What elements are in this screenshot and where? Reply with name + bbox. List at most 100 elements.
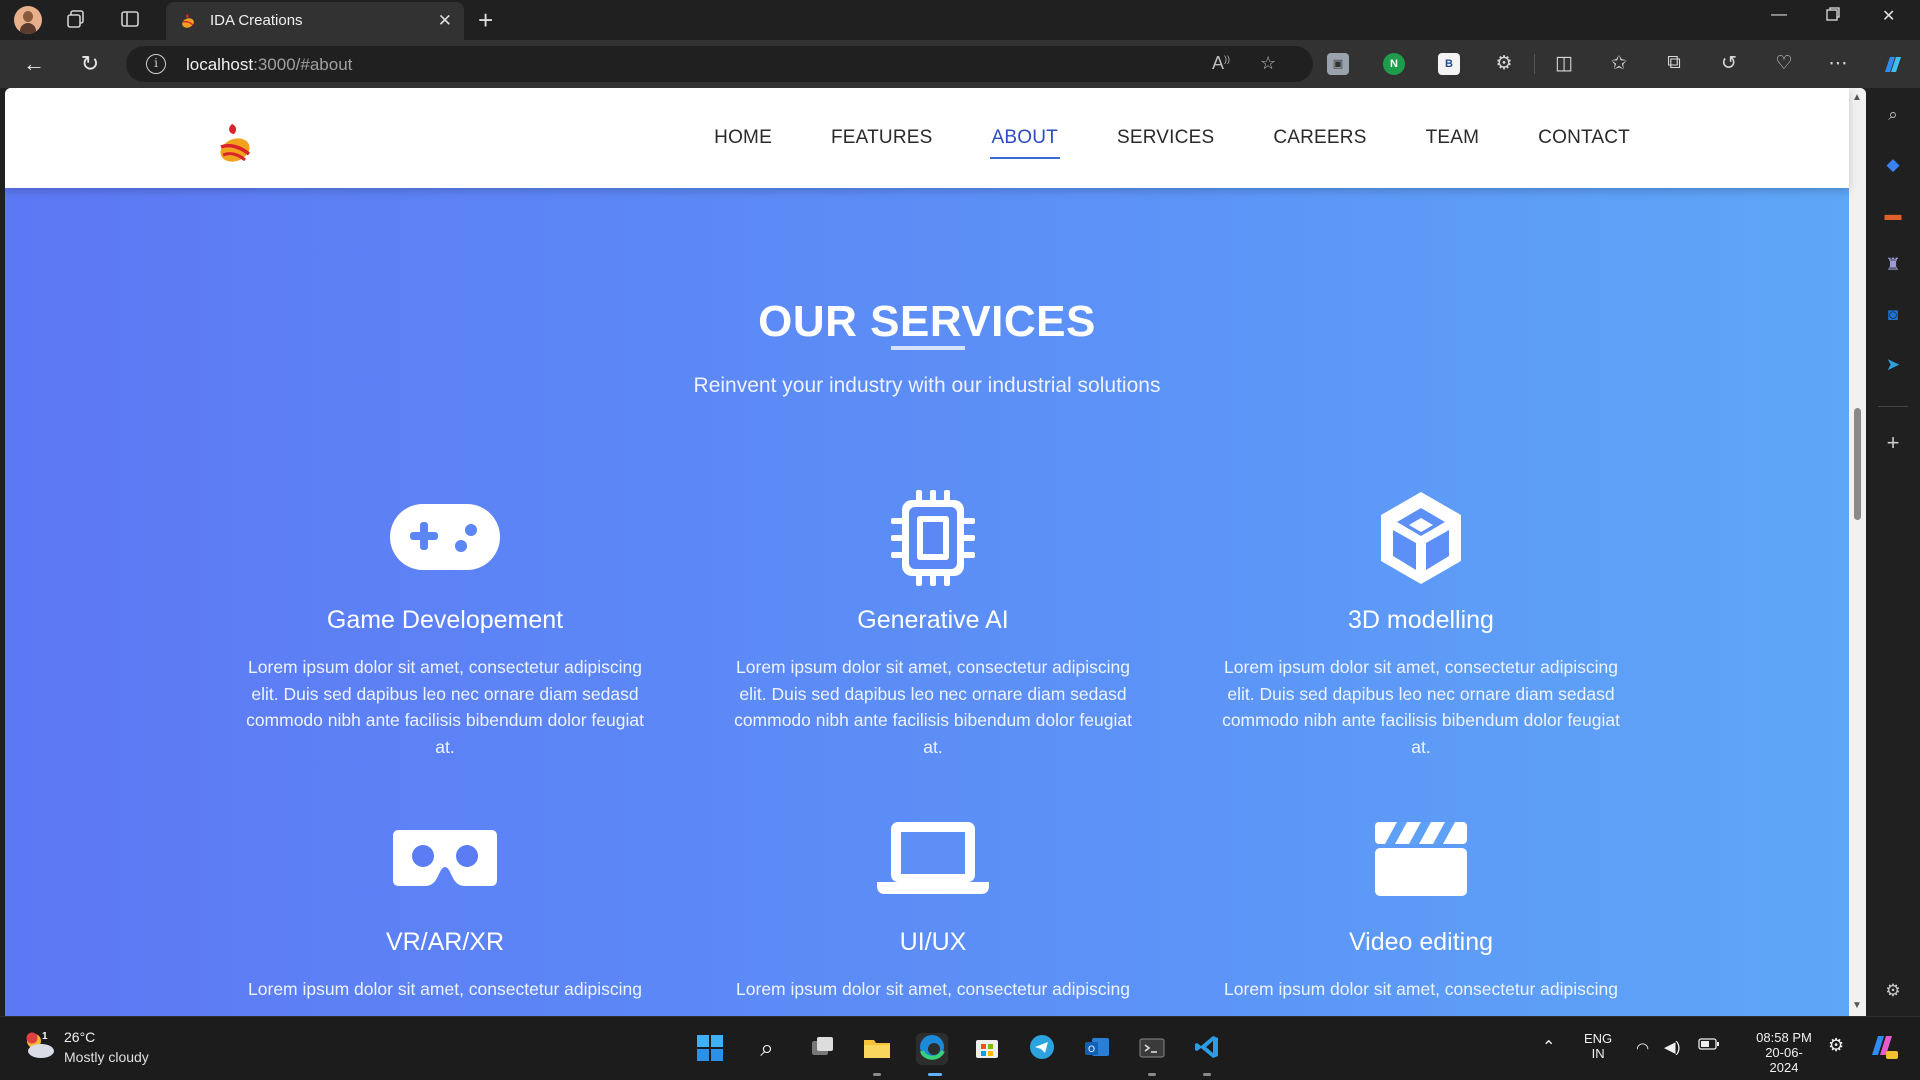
extensions-puzzle-icon[interactable]: ⚙ (1492, 52, 1516, 75)
unity-cube-icon (1381, 492, 1461, 584)
title-underline (891, 346, 965, 350)
clock-date: 20-06-2024 (1765, 1045, 1803, 1075)
url-text[interactable]: localhost:3000/#about (186, 55, 352, 75)
nav-contact[interactable]: CONTACT (1536, 119, 1632, 157)
profile-avatar[interactable] (14, 6, 42, 34)
service-title: Generative AI (857, 606, 1009, 634)
notification-bell-icon[interactable]: ⚙ (1828, 1035, 1844, 1056)
favorites-icon[interactable]: ✩ (1607, 52, 1631, 75)
extension-b-icon[interactable]: B (1438, 53, 1460, 75)
vr-headset-icon (393, 830, 497, 886)
chip-icon (891, 490, 975, 586)
sidebar-tools-icon[interactable]: ▬ (1882, 204, 1904, 226)
wifi-icon[interactable]: ◠ (1636, 1039, 1649, 1057)
minimize-icon[interactable]: — (1771, 6, 1787, 24)
terminal-icon[interactable] (1136, 1033, 1168, 1065)
vertical-tabs-icon[interactable] (118, 8, 142, 32)
site-favicon-icon (182, 14, 194, 28)
toolbar-divider (1534, 54, 1535, 74)
close-window-icon[interactable]: ✕ (1882, 6, 1895, 26)
gamepad-icon (390, 504, 500, 570)
workspaces-icon[interactable] (64, 8, 88, 32)
file-explorer-icon[interactable] (861, 1033, 893, 1065)
sidebar-shopping-icon[interactable]: ◆ (1882, 154, 1904, 176)
browser-toolbar: ← ↻ i localhost:3000/#about A)) ☆ ▣ N B … (0, 40, 1920, 88)
volume-icon[interactable]: ◀) (1664, 1038, 1681, 1056)
service-description: Lorem ipsum dolor sit amet, consectetur … (734, 657, 1132, 757)
sidebar-games-icon[interactable]: ♜ (1882, 254, 1904, 276)
browser-essentials-icon[interactable]: ♡ (1772, 52, 1796, 75)
outlook-new-icon[interactable]: O (1081, 1033, 1113, 1065)
tab-close-icon[interactable]: ✕ (438, 11, 452, 31)
clock-time: 08:58 PM (1756, 1030, 1812, 1045)
svg-text:O: O (1088, 1045, 1095, 1055)
sidebar-settings-icon[interactable]: ⚙ (1882, 980, 1904, 1002)
collections-icon[interactable]: ⧉ (1662, 52, 1686, 74)
more-menu-icon[interactable]: ⋯ (1826, 52, 1850, 75)
nav-services[interactable]: SERVICES (1115, 119, 1216, 157)
browser-tab-active[interactable]: IDA Creations ✕ (166, 2, 464, 40)
scroll-down-icon[interactable]: ▼ (1852, 1000, 1862, 1011)
hidden-icons-chevron-icon[interactable]: ⌃ (1542, 1037, 1555, 1057)
service-description: Lorem ipsum dolor sit amet, consectetur … (736, 979, 1130, 999)
address-bar[interactable]: i localhost:3000/#about A)) ☆ (126, 46, 1313, 82)
tab-title: IDA Creations (210, 12, 303, 29)
vscode-icon[interactable] (1191, 1033, 1223, 1065)
service-title: 3D modelling (1348, 606, 1494, 634)
nav-about[interactable]: ABOUT (989, 119, 1061, 159)
refresh-icon[interactable]: ↻ (76, 50, 104, 78)
extension-contacts-icon[interactable]: ▣ (1327, 53, 1349, 75)
nav-team[interactable]: TEAM (1424, 119, 1482, 157)
sidebar-outlook-icon[interactable]: ◙ (1882, 304, 1904, 326)
site-info-icon[interactable]: i (146, 54, 166, 74)
split-screen-icon[interactable]: ◫ (1552, 52, 1576, 75)
scroll-up-icon[interactable]: ▲ (1852, 92, 1862, 103)
page-scrollbar[interactable]: ▲ ▼ (1849, 88, 1866, 1016)
services-section: OUR SERVICES Reinvent your industry with… (5, 188, 1849, 1016)
microsoft-store-icon[interactable] (971, 1033, 1003, 1065)
weather-temperature[interactable]: 26°C (64, 1029, 95, 1045)
explorer-running-indicator (873, 1073, 881, 1076)
scrollbar-thumb[interactable] (1854, 408, 1861, 520)
copilot-icon[interactable] (1880, 52, 1904, 84)
edge-sidebar: ⌕ ◆ ▬ ♜ ◙ ➤ + ⚙ (1866, 88, 1920, 1016)
copilot-taskbar-icon[interactable] (1866, 1031, 1898, 1064)
clock[interactable]: 08:58 PM 20-06-2024 (1752, 1030, 1816, 1075)
ida-logo-icon[interactable] (215, 122, 255, 166)
clapperboard-icon (1375, 822, 1467, 896)
battery-icon[interactable] (1698, 1037, 1720, 1054)
section-title: OUR SERVICES (758, 297, 1096, 346)
nav-home[interactable]: HOME (712, 119, 774, 157)
taskbar-search-icon[interactable]: ⌕ (751, 1033, 783, 1065)
sidebar-add-icon[interactable]: + (1882, 432, 1904, 454)
main-nav: HOME FEATURES ABOUT SERVICES CAREERS TEA… (657, 88, 1632, 188)
new-tab-icon[interactable]: + (478, 5, 493, 36)
sidebar-telegram-icon[interactable]: ➤ (1882, 354, 1904, 376)
sidebar-search-icon[interactable]: ⌕ (1882, 104, 1904, 126)
read-aloud-icon[interactable]: A)) (1212, 53, 1230, 74)
service-title: VR/AR/XR (385, 928, 505, 956)
weather-cloud-icon[interactable] (22, 1031, 56, 1059)
tab-bar: IDA Creations ✕ + — ✕ (0, 0, 1920, 40)
edge-active-indicator (928, 1073, 942, 1076)
task-view-icon[interactable] (806, 1033, 838, 1065)
edge-browser-icon[interactable] (916, 1033, 948, 1065)
site-header: HOME FEATURES ABOUT SERVICES CAREERS TEA… (5, 88, 1849, 188)
windows-start-icon[interactable] (694, 1033, 726, 1065)
telegram-icon[interactable] (1026, 1033, 1058, 1065)
service-title: Game Developement (326, 606, 564, 634)
history-icon[interactable]: ↺ (1717, 52, 1741, 75)
restore-icon[interactable] (1825, 6, 1841, 27)
back-icon[interactable]: ← (20, 50, 48, 78)
favorite-star-icon[interactable]: ☆ (1260, 53, 1276, 74)
language-indicator[interactable]: ENG IN (1584, 1031, 1612, 1061)
nav-features[interactable]: FEATURES (829, 119, 935, 157)
service-description: Lorem ipsum dolor sit amet, consectetur … (1224, 979, 1618, 999)
vscode-running-indicator (1203, 1073, 1211, 1076)
nav-careers[interactable]: CAREERS (1271, 119, 1368, 157)
service-description: Lorem ipsum dolor sit amet, consectetur … (248, 979, 642, 999)
extension-n-icon[interactable]: N (1383, 53, 1405, 75)
weather-description[interactable]: Mostly cloudy (64, 1049, 149, 1065)
service-title: UI/UX (899, 928, 967, 956)
page-viewport: HOME FEATURES ABOUT SERVICES CAREERS TEA… (5, 88, 1866, 1016)
